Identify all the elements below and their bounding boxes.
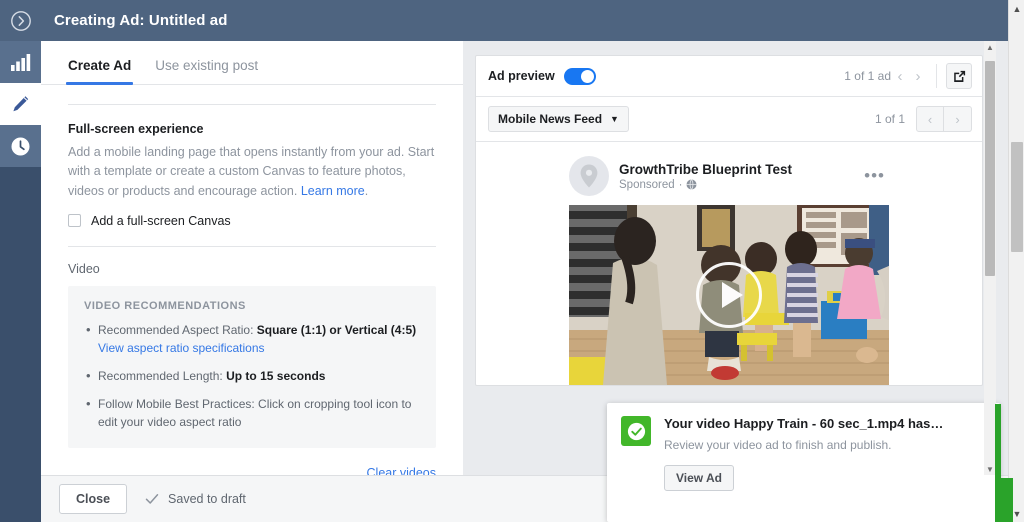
toast-description: Review your video ad to finish and publi… [664, 438, 892, 452]
rec-text-0: Recommended Aspect Ratio: [98, 322, 257, 337]
toast-title: Your video Happy Train - 60 sec_1.mp4 ha… [664, 416, 944, 431]
page-title: Creating Ad: Untitled ad [54, 12, 228, 29]
video-section-label: Video [68, 261, 100, 276]
divider-video [68, 245, 436, 247]
ad-preview-body: GrowthTribe Blueprint Test Sponsored · •… [476, 142, 982, 385]
fullscreen-description-text: Add a mobile landing page that opens ins… [68, 145, 435, 198]
ad-preview-label: Ad preview [488, 69, 555, 83]
ad-count-label: 1 of 1 ad [844, 69, 891, 83]
post-meta: GrowthTribe Blueprint Test Sponsored · [619, 162, 864, 191]
top-header-bar: Creating Ad: Untitled ad [0, 0, 1024, 41]
list-item: Follow Mobile Best Practices: Click on c… [84, 394, 420, 432]
ad-preview-card: Ad preview 1 of 1 ad ‹ › Mobile News Fee… [475, 55, 983, 386]
map-pin-icon [580, 164, 598, 188]
nav-toggle-button[interactable] [0, 0, 41, 41]
app-root: Creating Ad: Untitled ad Create Ad Use e… [0, 0, 1024, 522]
video-upload-toast: Your video Happy Train - 60 sec_1.mp4 ha… [607, 403, 1000, 522]
pencil-icon [13, 95, 29, 111]
video-preview-media[interactable] [569, 205, 889, 385]
sidebar-item-history[interactable] [0, 125, 41, 167]
fullscreen-canvas-checkbox-row[interactable]: Add a full-screen Canvas [68, 214, 436, 228]
rec-text-2: Follow Mobile Best Practices: Click on c… [98, 396, 412, 430]
learn-more-link[interactable]: Learn more [301, 184, 365, 198]
fullscreen-section-description: Add a mobile landing page that opens ins… [68, 143, 436, 201]
placement-count-label: 1 of 1 [874, 112, 905, 126]
create-ad-form-panel: Create Ad Use existing post Full-screen … [41, 41, 463, 475]
placement-dropdown[interactable]: Mobile News Feed ▼ [488, 106, 629, 132]
fullscreen-canvas-checkbox[interactable] [68, 214, 81, 228]
open-preview-external-button[interactable] [946, 63, 972, 89]
video-recommendations-box: VIDEO RECOMMENDATIONS Recommended Aspect… [68, 285, 436, 448]
placement-next-button[interactable]: › [944, 106, 972, 132]
list-item: Recommended Length: Up to 15 seconds [84, 366, 420, 386]
post-header: GrowthTribe Blueprint Test Sponsored · •… [569, 156, 889, 205]
scroll-outer-up-arrow[interactable]: ▲ [1009, 0, 1024, 17]
close-button[interactable]: Close [59, 484, 128, 514]
sidebar-item-analytics[interactable] [0, 41, 41, 83]
description-period: . [364, 183, 369, 198]
upload-progress-bar-footer [995, 478, 1013, 522]
rec-bold-0: Square (1:1) or Vertical (4:5) [256, 322, 417, 337]
toast-text: Your video Happy Train - 60 sec_1.mp4 ha… [664, 416, 943, 452]
post-separator: · [678, 178, 683, 191]
fullscreen-section-title: Full-screen experience [68, 122, 204, 136]
check-icon [145, 494, 159, 504]
divider-top [68, 104, 436, 105]
clear-videos-row: Clear videos [68, 464, 436, 475]
browser-scrollbar[interactable]: ▲ ▼ [1008, 0, 1024, 522]
circle-chevron-right-icon [10, 10, 31, 31]
ad-prev-button[interactable]: ‹ [891, 68, 909, 85]
avatar [569, 156, 609, 196]
scroll-outer-thumb[interactable] [1011, 142, 1023, 252]
video-recommendations-title: VIDEO RECOMMENDATIONS [84, 299, 246, 312]
facebook-post-preview: GrowthTribe Blueprint Test Sponsored · •… [569, 156, 889, 385]
toggle-knob [580, 69, 594, 83]
video-recommendations-list: Recommended Aspect Ratio: Square (1:1) o… [84, 320, 420, 432]
clock-icon [11, 137, 30, 155]
scroll-inner-thumb[interactable] [985, 61, 995, 276]
external-link-icon [953, 70, 965, 82]
sidebar-item-edit[interactable] [0, 83, 41, 125]
rec-bold-1: Up to 15 seconds [226, 368, 326, 383]
ad-next-button[interactable]: › [909, 68, 927, 85]
view-ad-button[interactable]: View Ad [664, 465, 734, 491]
play-button-icon[interactable] [696, 262, 762, 328]
header-divider [936, 64, 937, 88]
ad-preview-subheader: Mobile News Feed ▼ 1 of 1 ‹ › [476, 97, 982, 142]
aspect-ratio-spec-link[interactable]: View aspect ratio specifications [98, 341, 265, 355]
clear-videos-link[interactable]: Clear videos [367, 466, 436, 475]
check-circle-glyph-icon [627, 422, 645, 440]
post-sponsored-label: Sponsored [619, 178, 675, 191]
bar-chart-icon [11, 53, 31, 71]
form-tabs: Create Ad Use existing post [41, 41, 463, 85]
ad-preview-toggle[interactable] [563, 67, 596, 85]
placement-pager: ‹ › [916, 106, 972, 132]
rec-text-1: Recommended Length: [98, 368, 227, 383]
scroll-inner-up-arrow[interactable]: ▲ [984, 41, 996, 53]
tab-create-ad[interactable]: Create Ad [65, 58, 134, 85]
placement-label: Mobile News Feed [498, 112, 603, 126]
post-menu-button[interactable]: ••• [864, 166, 889, 186]
ad-preview-header: Ad preview 1 of 1 ad ‹ › [476, 56, 982, 97]
toast-content-row: Your video Happy Train - 60 sec_1.mp4 ha… [621, 416, 986, 452]
fullscreen-canvas-label: Add a full-screen Canvas [91, 213, 231, 228]
post-page-name[interactable]: GrowthTribe Blueprint Test [619, 162, 864, 177]
post-sponsored-row: Sponsored · [619, 179, 864, 191]
check-circle-icon [621, 416, 651, 446]
form-body: Full-screen experience Add a mobile land… [41, 104, 463, 475]
tab-use-existing-post[interactable]: Use existing post [155, 58, 258, 84]
saved-status-label: Saved to draft [168, 492, 246, 506]
saved-status: Saved to draft [145, 492, 246, 506]
left-icon-rail [0, 41, 41, 522]
chevron-down-icon: ▼ [610, 114, 619, 124]
placement-prev-button[interactable]: ‹ [916, 106, 944, 132]
globe-icon [686, 179, 697, 190]
list-item: Recommended Aspect Ratio: Square (1:1) o… [84, 320, 420, 358]
